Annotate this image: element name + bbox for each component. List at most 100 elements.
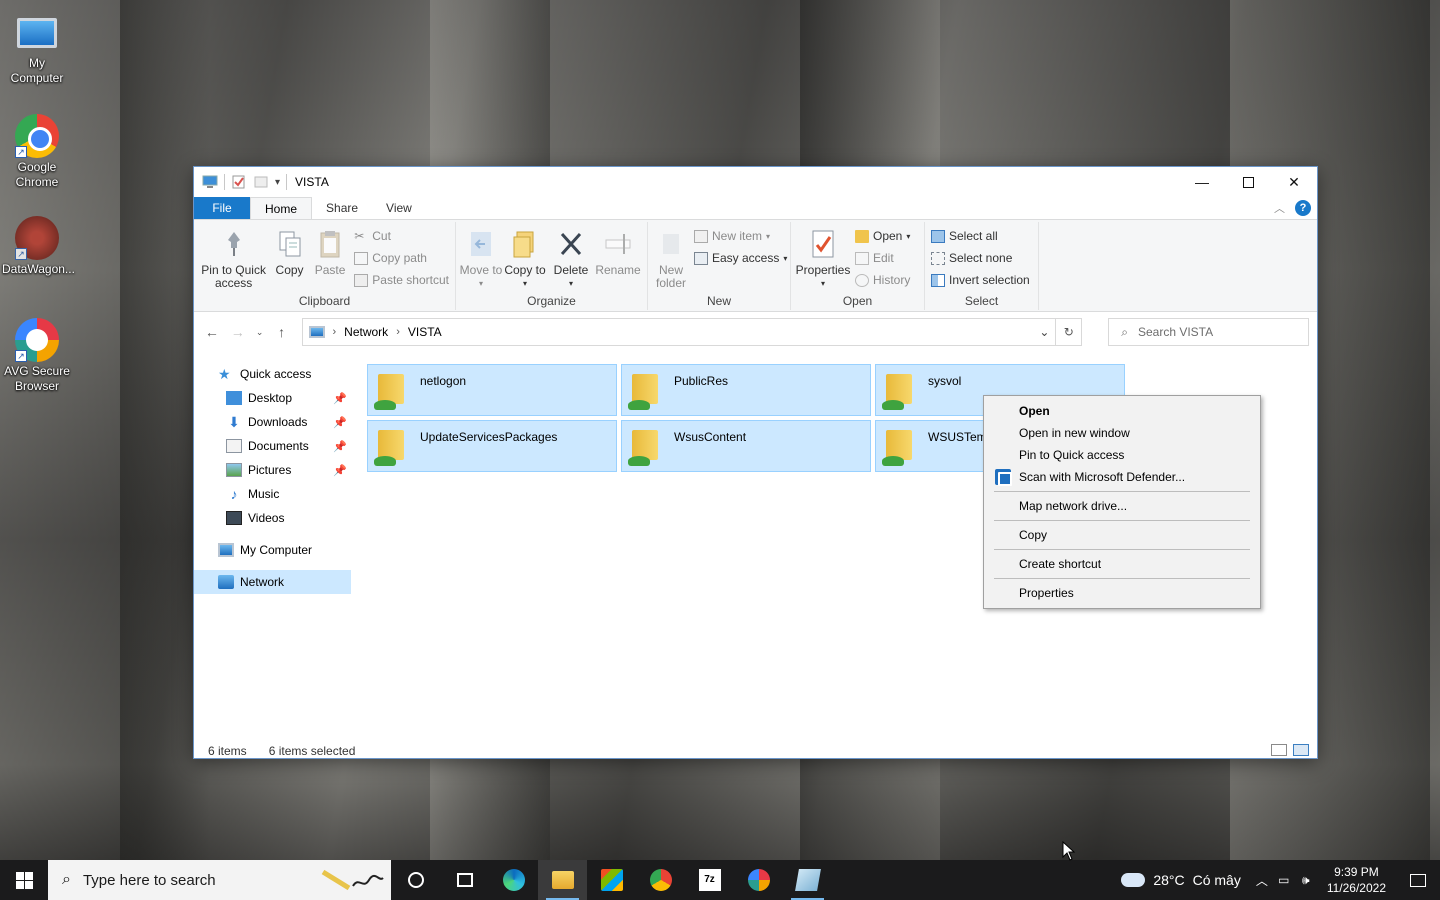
search-icon: ⌕ xyxy=(62,871,71,888)
menu-item-open-new-window[interactable]: Open in new window xyxy=(986,422,1258,444)
nav-item-music[interactable]: ♪ Music xyxy=(194,482,351,506)
list-item[interactable]: PublicRes xyxy=(621,364,871,416)
up-button[interactable]: ↑ xyxy=(272,324,292,340)
properties-check-icon[interactable] xyxy=(231,175,247,189)
paste-label: Paste xyxy=(314,263,346,277)
menu-separator xyxy=(994,520,1250,521)
address-bar[interactable]: › Network › VISTA ⌄ xyxy=(301,318,1057,346)
move-to-dropdown-chevron-icon: ▾ xyxy=(478,279,483,288)
cut-label: Cut xyxy=(372,229,391,243)
new-item-button[interactable]: New item ▾ xyxy=(691,226,790,246)
properties-icon xyxy=(812,230,834,258)
menu-item-map-network-drive[interactable]: Map network drive... xyxy=(986,495,1258,517)
copy-to-label: Copy to xyxy=(504,263,546,277)
cortana-button[interactable] xyxy=(391,860,440,900)
desktop-icon-my-computer[interactable]: My Computer xyxy=(2,10,72,86)
taskbar-store[interactable] xyxy=(587,860,636,900)
breadcrumb-vista[interactable]: VISTA xyxy=(408,325,442,339)
taskbar-search-input[interactable]: ⌕ Type here to search xyxy=(48,860,391,900)
task-view-button[interactable] xyxy=(440,860,489,900)
edge-icon xyxy=(502,869,525,891)
open-button[interactable]: Open ▾ xyxy=(852,226,913,246)
edit-button[interactable]: Edit xyxy=(852,248,913,268)
address-dropdown-chevron-icon[interactable]: ⌄ xyxy=(1033,325,1055,339)
taskbar-chrome[interactable] xyxy=(636,860,685,900)
cut-button[interactable]: ✂ Cut xyxy=(351,226,452,246)
nav-item-network[interactable]: Network xyxy=(194,570,351,594)
nav-item-desktop[interactable]: Desktop 📌 xyxy=(194,386,351,410)
collapse-ribbon-chevron-icon[interactable]: ︿ xyxy=(1274,200,1285,216)
select-all-button[interactable]: Select all xyxy=(928,226,1033,246)
paste-shortcut-label: Paste shortcut xyxy=(372,273,449,287)
weather-widget[interactable]: 28°C Có mây xyxy=(1111,872,1251,888)
menu-item-open[interactable]: Open xyxy=(986,400,1258,422)
list-item[interactable]: UpdateServicesPackages xyxy=(367,420,617,472)
show-hidden-icons-chevron-icon[interactable]: ︿ xyxy=(1251,872,1273,889)
menu-item-pin-quick-access[interactable]: Pin to Quick access xyxy=(986,444,1258,466)
new-folder-icon[interactable] xyxy=(253,175,269,189)
desktop-icon-avg-secure-browser[interactable]: ↗ AVG Secure Browser xyxy=(2,318,72,394)
notification-icon xyxy=(1410,873,1426,887)
menu-item-create-shortcut[interactable]: Create shortcut xyxy=(986,553,1258,575)
help-icon[interactable]: ? xyxy=(1295,200,1311,216)
tab-home[interactable]: Home xyxy=(250,197,313,219)
maximize-button[interactable] xyxy=(1225,167,1271,197)
close-button[interactable]: ✕ xyxy=(1271,167,1317,197)
forward-button[interactable]: → xyxy=(228,324,248,340)
nav-item-documents[interactable]: Documents 📌 xyxy=(194,434,351,458)
desktop-icon-label: My Computer xyxy=(10,56,64,85)
nav-item-videos[interactable]: Videos xyxy=(194,506,351,530)
taskbar-7zip[interactable]: 7z xyxy=(685,860,734,900)
pin-icon: 📌 xyxy=(333,392,347,405)
details-view-icon[interactable] xyxy=(1271,744,1287,756)
nav-item-quick-access[interactable]: ★ Quick access xyxy=(194,362,351,386)
customize-qat-chevron-icon[interactable]: ▾ xyxy=(275,177,280,188)
start-button[interactable] xyxy=(0,860,48,900)
pin-icon xyxy=(227,232,240,256)
easy-access-button[interactable]: Easy access ▾ xyxy=(691,248,790,268)
clock[interactable]: 9:39 PM 11/26/2022 xyxy=(1317,864,1396,896)
taskbar-app[interactable] xyxy=(783,860,832,900)
invert-selection-button[interactable]: Invert selection xyxy=(928,270,1033,290)
taskbar-avg-browser[interactable] xyxy=(734,860,783,900)
tab-file[interactable]: File xyxy=(194,197,250,219)
nav-label: Desktop xyxy=(248,391,293,405)
tab-view[interactable]: View xyxy=(372,197,426,219)
new-folder-icon xyxy=(663,234,679,254)
desktop-icon-datawagon[interactable]: ↗ DataWagon... xyxy=(2,216,75,277)
select-none-icon xyxy=(931,251,945,265)
menu-item-properties[interactable]: Properties xyxy=(986,582,1258,604)
notification-button[interactable] xyxy=(1396,873,1440,887)
move-to-icon xyxy=(471,232,491,256)
breadcrumb-network[interactable]: Network xyxy=(344,325,388,339)
menu-item-scan-defender[interactable]: Scan with Microsoft Defender... xyxy=(986,466,1258,488)
taskbar-file-explorer[interactable] xyxy=(538,860,587,900)
tab-share[interactable]: Share xyxy=(312,197,372,219)
nav-item-pictures[interactable]: Pictures 📌 xyxy=(194,458,351,482)
search-input[interactable]: ⌕ Search VISTA xyxy=(1108,318,1309,346)
nav-item-downloads[interactable]: ⬇ Downloads 📌 xyxy=(194,410,351,434)
recent-locations-button[interactable]: ⌄ xyxy=(254,327,266,338)
volume-icon[interactable]: 🕪 xyxy=(1295,873,1317,888)
network-tray-icon[interactable]: ▭ xyxy=(1273,873,1295,887)
copy-path-button[interactable]: Copy path xyxy=(351,248,452,268)
menu-item-copy[interactable]: Copy xyxy=(986,524,1258,546)
copy-to-icon xyxy=(513,231,534,258)
back-button[interactable]: ← xyxy=(202,324,222,340)
taskbar-edge[interactable] xyxy=(489,860,538,900)
minimize-button[interactable]: — xyxy=(1179,167,1225,197)
list-item[interactable]: WsusContent xyxy=(621,420,871,472)
select-none-button[interactable]: Select none xyxy=(928,248,1033,268)
desktop-icon-label: Google Chrome xyxy=(15,160,59,189)
large-icons-view-icon[interactable] xyxy=(1293,744,1309,756)
breadcrumb-separator-icon[interactable]: › xyxy=(333,326,337,338)
desktop-icon-google-chrome[interactable]: ↗ Google Chrome xyxy=(2,114,72,190)
refresh-button[interactable]: ↻ xyxy=(1056,318,1083,346)
list-item[interactable]: netlogon xyxy=(367,364,617,416)
nav-item-my-computer[interactable]: My Computer xyxy=(194,538,351,562)
paste-shortcut-button[interactable]: Paste shortcut xyxy=(351,270,452,290)
breadcrumb-separator-icon[interactable]: › xyxy=(396,326,400,338)
desktop-icon-label: DataWagon... xyxy=(2,262,75,276)
network-share-folder-icon xyxy=(372,426,412,466)
history-button[interactable]: History xyxy=(852,270,913,290)
